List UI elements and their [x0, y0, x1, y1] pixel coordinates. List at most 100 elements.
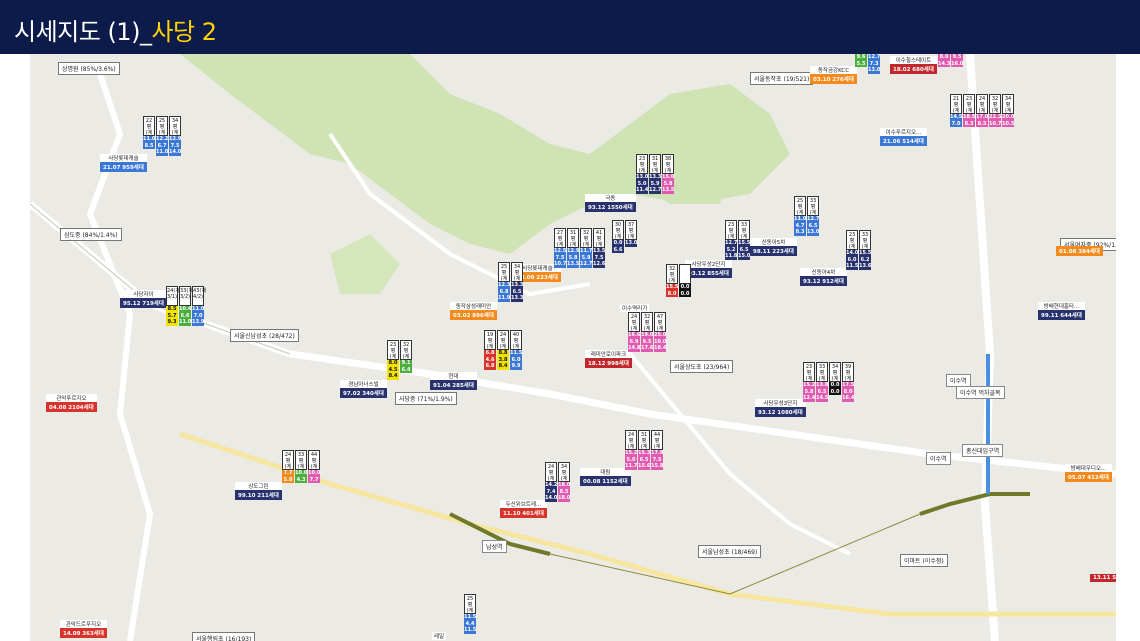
size-header: 23평(계3/1)	[846, 230, 858, 256]
price-cell: 0.0	[829, 388, 841, 395]
complex-tag[interactable]: 경남아너스빌 97.02 340세대	[340, 380, 387, 398]
school-label[interactable]: 삼도중 (84%/1.4%)	[60, 228, 122, 241]
complex-tag[interactable]: 이수푸르지오... 21.06 514세대	[880, 128, 927, 146]
price-grid[interactable]: 24(계 3/1) 8.5 5.7 9.3 33(계 3/2) 10.4 6.6 11.0 43(계…	[166, 286, 206, 326]
price-cell: 11.4	[636, 187, 649, 194]
complex-tag[interactable]: 대림 00.08 1152세대	[580, 468, 631, 486]
size-header: 31평(계3/2)	[567, 228, 579, 254]
complex-built-units: 14.09 363세대	[60, 628, 107, 638]
price-grid[interactable]: 24평(계3/1)7.75.033평(계3/2)10.04.344평(계4/2)…	[282, 450, 320, 483]
size-header: 25평(계3/2)	[498, 262, 510, 288]
price-cell: 13.6	[859, 263, 872, 270]
complex-tag[interactable]: 이수힐스테이트 18.02 680세대	[890, 56, 937, 74]
complex-tag[interactable]: 이수역리가	[620, 304, 650, 312]
school-label[interactable]: 서울동작초 (19/521)	[750, 72, 814, 85]
complex-tag[interactable]: 사당우성3단지 93.12 1080세대	[755, 399, 806, 417]
price-grid[interactable]: 24평(계3/2)16.66.914.832평(계3/2)19.09.517.6…	[628, 312, 666, 352]
price-column: 24평(계3/1)15.25.011.7	[625, 430, 637, 470]
complex-tag[interactable]: 동작삼성래미안 03.02 896세대	[450, 302, 497, 320]
price-grid[interactable]: 21평(계3/2)14.57.023평(계3/2)18.58.324평(계3/2…	[950, 94, 1014, 127]
price-grid[interactable]: 24평(계3/1)15.25.011.731평(계3/2)15.36.515.6…	[625, 430, 663, 470]
station-label[interactable]: 이수역	[926, 452, 951, 465]
complex-tag[interactable]: 상도그린 99.10 211세대	[235, 482, 282, 500]
complex-tag[interactable]: 사당우성2단지 93.12 855세대	[685, 260, 732, 278]
price-grid[interactable]: 23평(계2/1)12.75.211.833평(계4/2)15.56.515.0	[725, 220, 750, 260]
price-grid[interactable]: 22평(계3/1)11.08.525평(계3/2)12.26.711.034평(…	[143, 116, 181, 156]
price-grid[interactable]: 8.0 14.3 9.5 16.0	[938, 54, 963, 67]
complex-tag[interactable]: 사당자이 95.12 719세대	[120, 290, 167, 308]
price-cell: 14.8	[628, 345, 641, 352]
complex-built-units: 03.10 276세대	[810, 74, 857, 84]
complex-tag[interactable]: 신동아5차 98.11 223세대	[750, 238, 797, 256]
school-label[interactable]: 서울행림초 (16/193)	[192, 632, 256, 641]
price-cell: 16.0	[951, 60, 964, 67]
size-header: 32평(계3/2)	[580, 228, 592, 254]
price-grid[interactable]: 30평(계4/1)0.06.637평(계3/2)13.0	[612, 220, 637, 253]
school-label[interactable]: 이마트 (이수점)	[900, 554, 948, 567]
price-grid[interactable]: 23평(계2/1)13.05.011.431평(계3/2)13.35.912.7…	[636, 154, 674, 194]
size-header: 22평(계3/1)	[143, 116, 155, 142]
price-column: 32평(계3/2)19.09.517.6	[641, 312, 653, 352]
complex-tag[interactable]: 방배현대홈타... 99.11 644세대	[1038, 302, 1085, 320]
price-grid[interactable]: 9.6 5.5 12.7 7.3 13.0	[855, 54, 880, 74]
complex-built-units: 97.02 340세대	[340, 388, 387, 398]
price-grid[interactable]: 23평(계3/1)14.06.011.533평(계4/2)15.56.213.6	[846, 230, 871, 270]
price-grid[interactable]: 27평(계3/2)12.57.510.731평(계3/2)12.95.813.5…	[554, 228, 605, 268]
school-label[interactable]: 서울상도초 (23/964)	[670, 360, 734, 373]
price-cell: 13.5	[662, 187, 675, 194]
price-grid[interactable]: 23평(계2/1)15.25.812.433평(계3/2)13.86.514.5…	[803, 362, 854, 402]
school-label[interactable]: 서울신남성초 (28/472)	[230, 329, 299, 342]
station-label[interactable]: 이수역 먹자골목	[956, 386, 1005, 399]
complex-tag[interactable]: 13.11 5	[1090, 574, 1116, 582]
price-grid[interactable]: 19평(계2/1)6.84.66.824평(계3/1)8.83.88.440평(…	[484, 330, 522, 370]
price-cell: 10.5	[1002, 120, 1015, 127]
price-column: 27평(계3/2)12.57.510.7	[554, 228, 566, 268]
price-column: 9.5 16.0	[951, 54, 963, 67]
school-label[interactable]: 서울남성초 (18/469)	[698, 545, 762, 558]
complex-name: 방배현대홈타...	[1038, 302, 1085, 310]
price-cell: 11.8	[725, 253, 738, 260]
price-column: 9.6 5.5	[855, 54, 867, 74]
school-label[interactable]: 상명원 (85%/3.6%)	[58, 62, 120, 75]
size-header: 24(계 3/1)	[166, 286, 180, 306]
price-column: 24평(계3/2)16.66.914.8	[628, 312, 640, 352]
complex-tag[interactable]: 동작금강KCC 03.10 276세대	[810, 66, 857, 84]
map-canvas[interactable]: 상명원 (85%/3.6%) 삼도중 (84%/1.4%) 서울신남성초 (28/4…	[30, 54, 1116, 641]
page-title: 시세지도 (1)_사당 2	[14, 12, 217, 47]
school-label[interactable]: 사당중 (71%/1.9%)	[395, 392, 457, 405]
complex-tag[interactable]: 신동아4차 93.12 912세대	[800, 268, 847, 286]
complex-tag[interactable]: 방배대우디오... 05.07 412세대	[1065, 464, 1112, 482]
complex-tag[interactable]: 현대 91.04 285세대	[430, 372, 477, 390]
price-grid[interactable]: 25평(계2/1)11.04.78.333평(계4/2)12.76.513.0	[794, 196, 819, 236]
size-header: 33평(계4/2)	[859, 230, 871, 256]
complex-tag[interactable]: 래미안로이파크 18.12 998세대	[585, 350, 632, 368]
complex-tag[interactable]: 01.08 384세대	[1056, 246, 1103, 256]
complex-tag[interactable]: 두산위브트레... 11.10 401세대	[500, 500, 547, 518]
size-header: 31평(계3/2)	[638, 430, 650, 456]
size-header: 33평(계4/2)	[738, 220, 750, 246]
complex-name: 래미안로이파크	[585, 350, 632, 358]
price-cell: 9.9	[510, 363, 522, 370]
complex-name: 이수역리가	[620, 304, 650, 312]
station-label[interactable]: 총신대입구역	[962, 444, 1004, 457]
size-header: 33평(계3/2)	[295, 450, 307, 476]
complex-tag[interactable]: 관악푸르지오 04.08 2104세대	[46, 394, 97, 412]
price-column: 32평(계3/2)11.75.912.7	[580, 228, 592, 268]
complex-tag[interactable]: 관악드르푸지오 14.09 363세대	[60, 620, 107, 638]
price-grid[interactable]: 25평(계3/2)11.54.411.5	[464, 594, 476, 634]
complex-built-units: 21.07 959세대	[100, 162, 147, 172]
complex-name: 사당롯데캐슬	[100, 154, 147, 162]
complex-tag[interactable]: 극동 93.12 1550세대	[585, 194, 636, 212]
price-grid[interactable]: 25평(계3/2)12.36.811.934평(계3/2)13.36.513.3	[498, 262, 523, 302]
complex-tag[interactable]: 레일	[432, 632, 447, 640]
price-column: 25평(계3/2)11.54.411.5	[464, 594, 476, 634]
station-label[interactable]: 남성역	[482, 540, 507, 553]
complex-tag[interactable]: 사당롯데캐슬 21.07 959세대	[100, 154, 147, 172]
price-grid[interactable]: 24평(계3/2)14.27.414.034평(계3/2)18.08.518.0	[545, 462, 570, 502]
size-header: 25평(계3/2)	[156, 116, 168, 142]
price-grid[interactable]: 32평(계3/2)15.58.00.00.0	[666, 264, 691, 297]
price-column: 34평(계3/2)13.36.513.3	[511, 262, 523, 302]
price-column: 34평(계3/2)18.08.518.0	[558, 462, 570, 502]
price-grid[interactable]: 23평(계3/1)8.04.58.432평(계3/2)9.16.4	[387, 340, 412, 380]
size-header: 32평(계3/2)	[666, 264, 678, 290]
